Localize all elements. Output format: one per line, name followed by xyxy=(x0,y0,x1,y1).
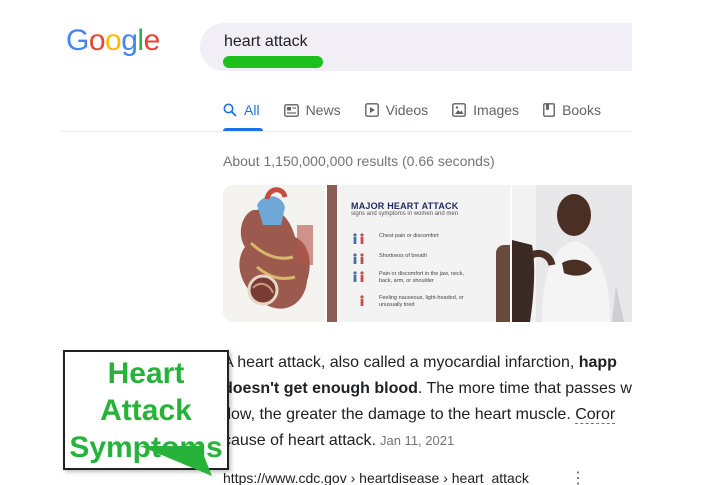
query-highlight-marker xyxy=(223,56,323,68)
infographic-item: Pain or discomfort in the jaw, neck, bac… xyxy=(351,271,469,285)
logo-letter: g xyxy=(121,24,138,57)
tab-videos[interactable]: Videos xyxy=(364,100,429,120)
image-icon xyxy=(452,103,467,117)
logo-letter: o xyxy=(88,24,106,57)
logo-letter: o xyxy=(105,24,122,57)
tab-books[interactable]: Books xyxy=(543,100,601,120)
tabs-divider xyxy=(60,131,632,132)
tab-images[interactable]: Images xyxy=(452,100,519,120)
snippet-text: A heart attack, also called a myocardial… xyxy=(223,354,579,371)
snippet-date: Jan 11, 2021 xyxy=(379,433,455,448)
heart-anatomy-image[interactable] xyxy=(223,185,325,322)
play-icon xyxy=(364,103,379,117)
search-icon xyxy=(223,103,237,117)
snippet-line: A heart attack, also called a myocardial… xyxy=(223,350,632,376)
tab-all[interactable]: All xyxy=(223,100,260,120)
search-query-text[interactable]: heart attack xyxy=(224,33,308,51)
featured-snippet: A heart attack, also called a myocardial… xyxy=(223,350,632,454)
snippet-bold-text: doesn't get enough blood xyxy=(223,380,418,397)
infographic-subtitle: signs and symptoms in women and men xyxy=(351,211,459,217)
logo-letter: G xyxy=(66,24,89,57)
tab-label: News xyxy=(305,102,341,118)
person-icon xyxy=(353,253,364,264)
infographic-item: Shortness of breath xyxy=(351,253,469,265)
person-icon xyxy=(360,295,364,306)
infographic-item-text: Pain or discomfort in the jaw, neck, bac… xyxy=(379,271,464,284)
snippet-line: cause of heart attack. Jan 11, 2021 xyxy=(223,428,632,454)
snippet-text: . The more time that passes w xyxy=(417,380,632,397)
person-icon xyxy=(353,233,364,244)
arrow-pointer-icon xyxy=(140,446,212,476)
snippet-line: flow, the greater the damage to the hear… xyxy=(223,402,632,428)
tab-label: Books xyxy=(562,102,601,118)
overlay-line: Heart xyxy=(107,356,185,390)
news-icon xyxy=(283,103,299,117)
tab-label: Images xyxy=(473,102,520,118)
person-icon xyxy=(353,271,364,282)
infographic-item: Feeling nauseous, light-headed, or unusu… xyxy=(351,295,469,309)
google-logo[interactable]: Google xyxy=(66,24,160,58)
infographic-title: MAJOR HEART ATTACK xyxy=(351,201,459,211)
infographic-item-text: Feeling nauseous, light-headed, or unusu… xyxy=(379,295,464,308)
infographic-item: Chest pain or discomfort xyxy=(351,233,469,245)
snippet-text: flow, the greater the damage to the hear… xyxy=(223,406,576,423)
result-url[interactable]: https://www.cdc.gov › heartdisease › hea… xyxy=(223,470,529,485)
more-options-icon[interactable]: ⋮ xyxy=(570,468,586,485)
search-tabs: All News Videos Images Books xyxy=(223,100,625,120)
man-chest-pain-photo[interactable] xyxy=(512,185,632,322)
infographic-item-text: Shortness of breath xyxy=(379,253,428,259)
snippet-text: cause of heart attack. xyxy=(223,432,376,449)
logo-letter: e xyxy=(143,24,161,57)
symptoms-infographic-image[interactable]: MAJOR HEART ATTACK signs and symptoms in… xyxy=(327,185,510,322)
book-icon xyxy=(543,103,555,117)
snippet-bold-text: happ xyxy=(578,354,617,371)
tab-label: Videos xyxy=(385,102,429,118)
snippet-line: doesn't get enough blood. The more time … xyxy=(223,376,632,402)
tab-news[interactable]: News xyxy=(283,100,341,120)
man-photo-illustration xyxy=(512,185,632,322)
result-stats: About 1,150,000,000 results (0.66 second… xyxy=(223,153,495,169)
infographic-item-text: Chest pain or discomfort xyxy=(379,233,439,239)
image-strip: MAJOR HEART ATTACK signs and symptoms in… xyxy=(223,185,632,322)
tab-label: All xyxy=(244,102,260,118)
snippet-definition-link[interactable]: Coror xyxy=(575,406,616,424)
overlay-line: Attack xyxy=(100,393,192,427)
heart-illustration xyxy=(239,187,313,309)
